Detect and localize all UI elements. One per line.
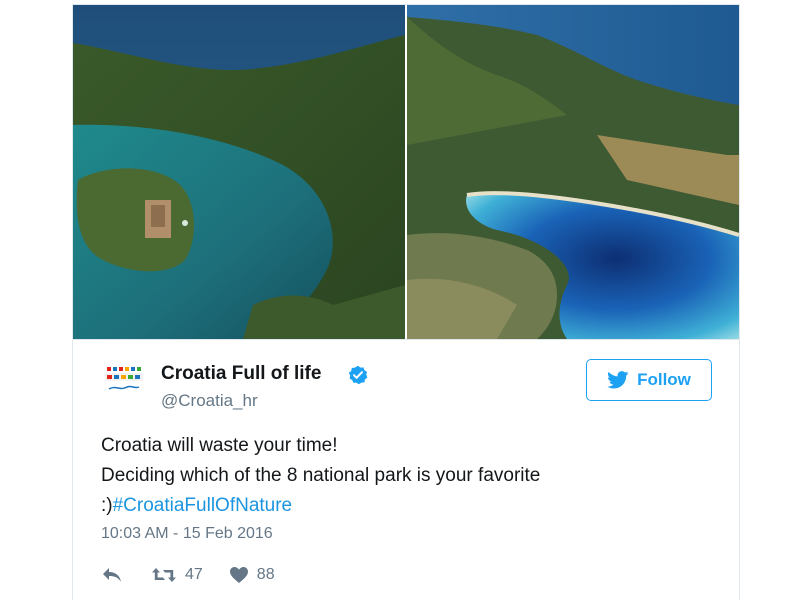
user-handle[interactable]: @Croatia_hr bbox=[161, 391, 258, 411]
photo-island-bay[interactable] bbox=[73, 5, 405, 339]
follow-button[interactable]: Follow bbox=[586, 359, 712, 401]
hashtag-link[interactable]: #CroatiaFullOfNature bbox=[113, 495, 293, 516]
tweet-text-line-2: Deciding which of the 8 national park is… bbox=[101, 465, 541, 486]
tweet-text: Croatia will waste your time! Deciding w… bbox=[101, 431, 540, 521]
display-name[interactable]: Croatia Full of life bbox=[161, 363, 321, 385]
reply-icon bbox=[103, 568, 121, 582]
tweet-media[interactable] bbox=[73, 5, 739, 339]
twitter-bird-icon bbox=[607, 371, 629, 389]
tweet-timestamp[interactable]: 10:03 AM - 15 Feb 2016 bbox=[101, 525, 273, 543]
retweet-icon bbox=[152, 568, 176, 582]
tweet-card: Croatia Full of life @Croatia_hr Follow … bbox=[72, 4, 740, 600]
media-divider bbox=[73, 339, 739, 340]
like-count: 88 bbox=[256, 566, 275, 583]
photo-lagoon[interactable] bbox=[407, 5, 739, 339]
retweet-count: 47 bbox=[185, 566, 203, 583]
follow-label: Follow bbox=[637, 370, 691, 389]
tweet-text-line-3: :)#CroatiaFullOfNature bbox=[101, 491, 540, 521]
reply-button[interactable] bbox=[101, 566, 123, 584]
text-prefix: :) bbox=[101, 495, 113, 516]
avatar[interactable] bbox=[101, 361, 147, 401]
tweet-actions: 47 88 bbox=[101, 563, 275, 587]
heart-icon bbox=[229, 567, 248, 583]
verified-badge-icon bbox=[348, 365, 368, 385]
like-button[interactable]: 88 bbox=[229, 566, 275, 584]
tweet-text-line-1: Croatia will waste your time! bbox=[101, 435, 338, 456]
retweet-button[interactable]: 47 bbox=[151, 566, 203, 584]
